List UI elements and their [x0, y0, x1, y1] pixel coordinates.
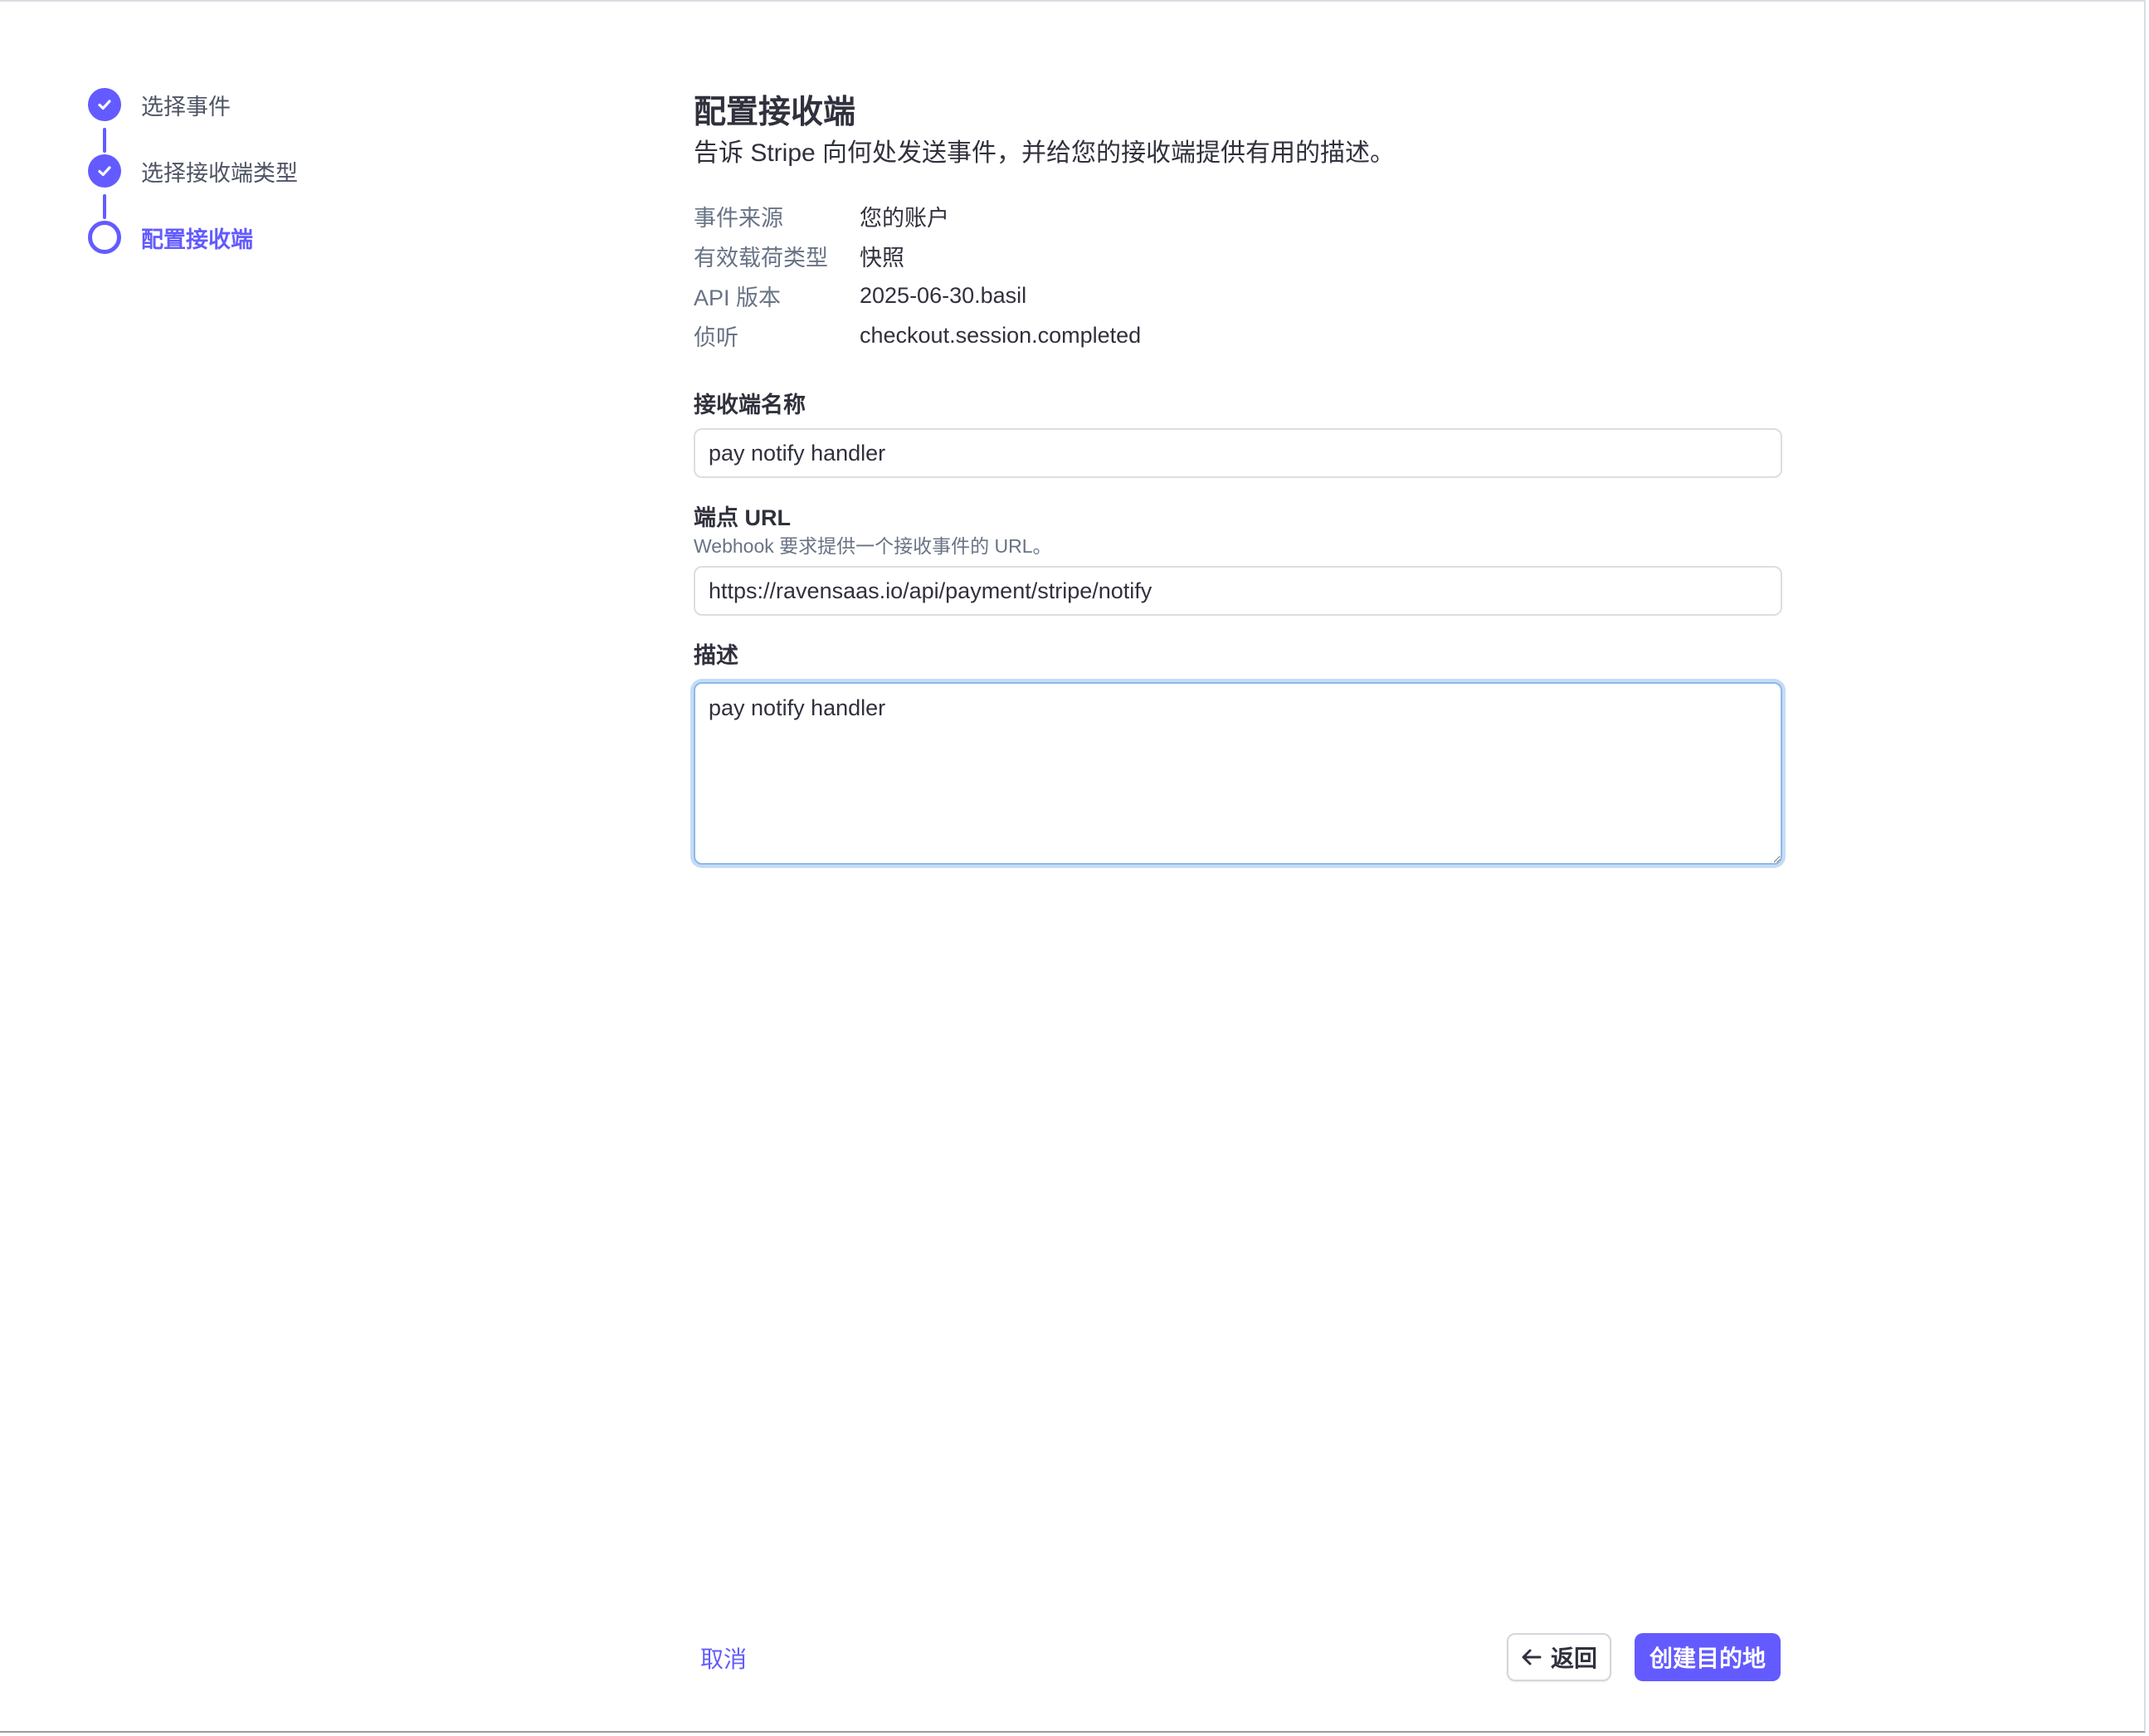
step-connector	[103, 194, 106, 219]
summary-key: 有效载荷类型	[694, 245, 828, 271]
summary-key: API 版本	[694, 285, 782, 310]
check-icon	[88, 154, 121, 188]
endpoint-url-input[interactable]	[694, 566, 1782, 616]
ring-icon	[88, 221, 121, 254]
arrow-left-icon	[1521, 1648, 1542, 1666]
description-textarea[interactable]: pay notify handler	[694, 682, 1782, 865]
back-button-label: 返回	[1550, 1646, 1597, 1671]
check-icon	[88, 88, 121, 121]
summary-value: 2025-06-30.basil	[860, 282, 1027, 308]
summary-table: 事件来源 您的账户 有效载荷类型 快照 API 版本 2025-06-30.ba…	[694, 196, 1782, 355]
create-destination-button[interactable]: 创建目的地	[1635, 1633, 1781, 1681]
name-field-label: 接收端名称	[694, 393, 806, 417]
step-select-events[interactable]: 选择事件	[88, 88, 231, 121]
summary-value: 快照	[860, 245, 904, 271]
receiver-name-input[interactable]	[694, 428, 1782, 478]
step-label: 选择事件	[141, 94, 231, 119]
description-field-group: 描述 pay notify handler	[694, 641, 1782, 865]
summary-key: 侦听	[694, 324, 738, 350]
configure-receiver-form: 配置接收端 告诉 Stripe 向何处发送事件，并给您的接收端提供有用的描述。 …	[694, 90, 1782, 865]
summary-value: 您的账户	[860, 205, 949, 231]
step-connector	[103, 128, 106, 153]
description-field-label: 描述	[694, 643, 738, 668]
cancel-link[interactable]: 取消	[700, 1641, 747, 1675]
summary-row: API 版本 2025-06-30.basil	[694, 276, 1782, 315]
summary-key: 事件来源	[694, 205, 783, 231]
summary-row: 侦听 checkout.session.completed	[694, 315, 1782, 355]
name-field-group: 接收端名称	[694, 390, 1782, 478]
summary-row: 事件来源 您的账户	[694, 196, 1782, 236]
summary-value: checkout.session.completed	[860, 322, 1142, 348]
url-field-hint: Webhook 要求提供一个接收事件的 URL。	[694, 535, 1052, 557]
url-field-group: 端点 URL Webhook 要求提供一个接收事件的 URL。	[694, 503, 1782, 616]
step-label: 配置接收端	[141, 227, 253, 252]
url-field-label: 端点 URL	[694, 505, 791, 530]
step-select-receiver-type[interactable]: 选择接收端类型	[88, 154, 298, 188]
step-label: 选择接收端类型	[141, 160, 298, 186]
page-title: 配置接收端	[694, 95, 856, 130]
back-button[interactable]: 返回	[1507, 1633, 1611, 1681]
page-subtitle: 告诉 Stripe 向何处发送事件，并给您的接收端提供有用的描述。	[694, 139, 1396, 167]
summary-row: 有效载荷类型 快照	[694, 236, 1782, 276]
step-configure-receiver: 配置接收端	[88, 221, 253, 254]
